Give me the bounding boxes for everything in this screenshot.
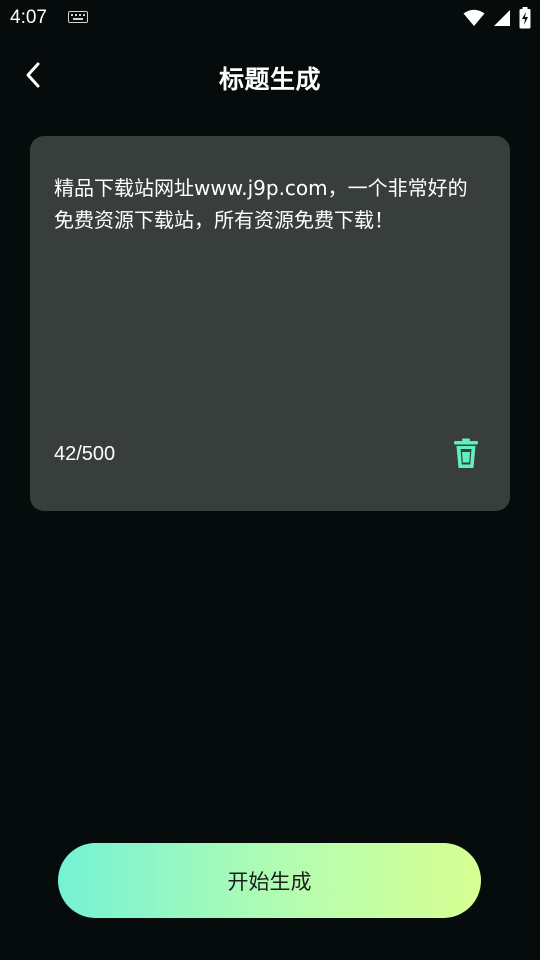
page-title: 标题生成 (218, 65, 321, 94)
start-generate-button[interactable]: 开始生成 (58, 843, 481, 918)
signal-icon (494, 10, 510, 26)
delete-button[interactable] (452, 436, 480, 470)
wifi-icon (463, 9, 485, 26)
status-bar: 4:07 (0, 0, 540, 36)
status-time: 4:07 (10, 7, 47, 28)
start-generate-label: 开始生成 (227, 869, 312, 894)
status-icons (463, 7, 531, 29)
text-editor-card[interactable]: 精品下载站网址www.j9p.com，一个非常好的免费资源下载站，所有资源免费下… (30, 136, 510, 511)
keyboard-icon (68, 11, 88, 23)
battery-charging-icon (519, 7, 531, 29)
content-textarea[interactable]: 精品下载站网址www.j9p.com，一个非常好的免费资源下载站，所有资源免费下… (54, 172, 484, 236)
trash-icon (454, 438, 478, 468)
app-header: 标题生成 (0, 48, 540, 102)
char-count: 42/500 (54, 443, 116, 465)
